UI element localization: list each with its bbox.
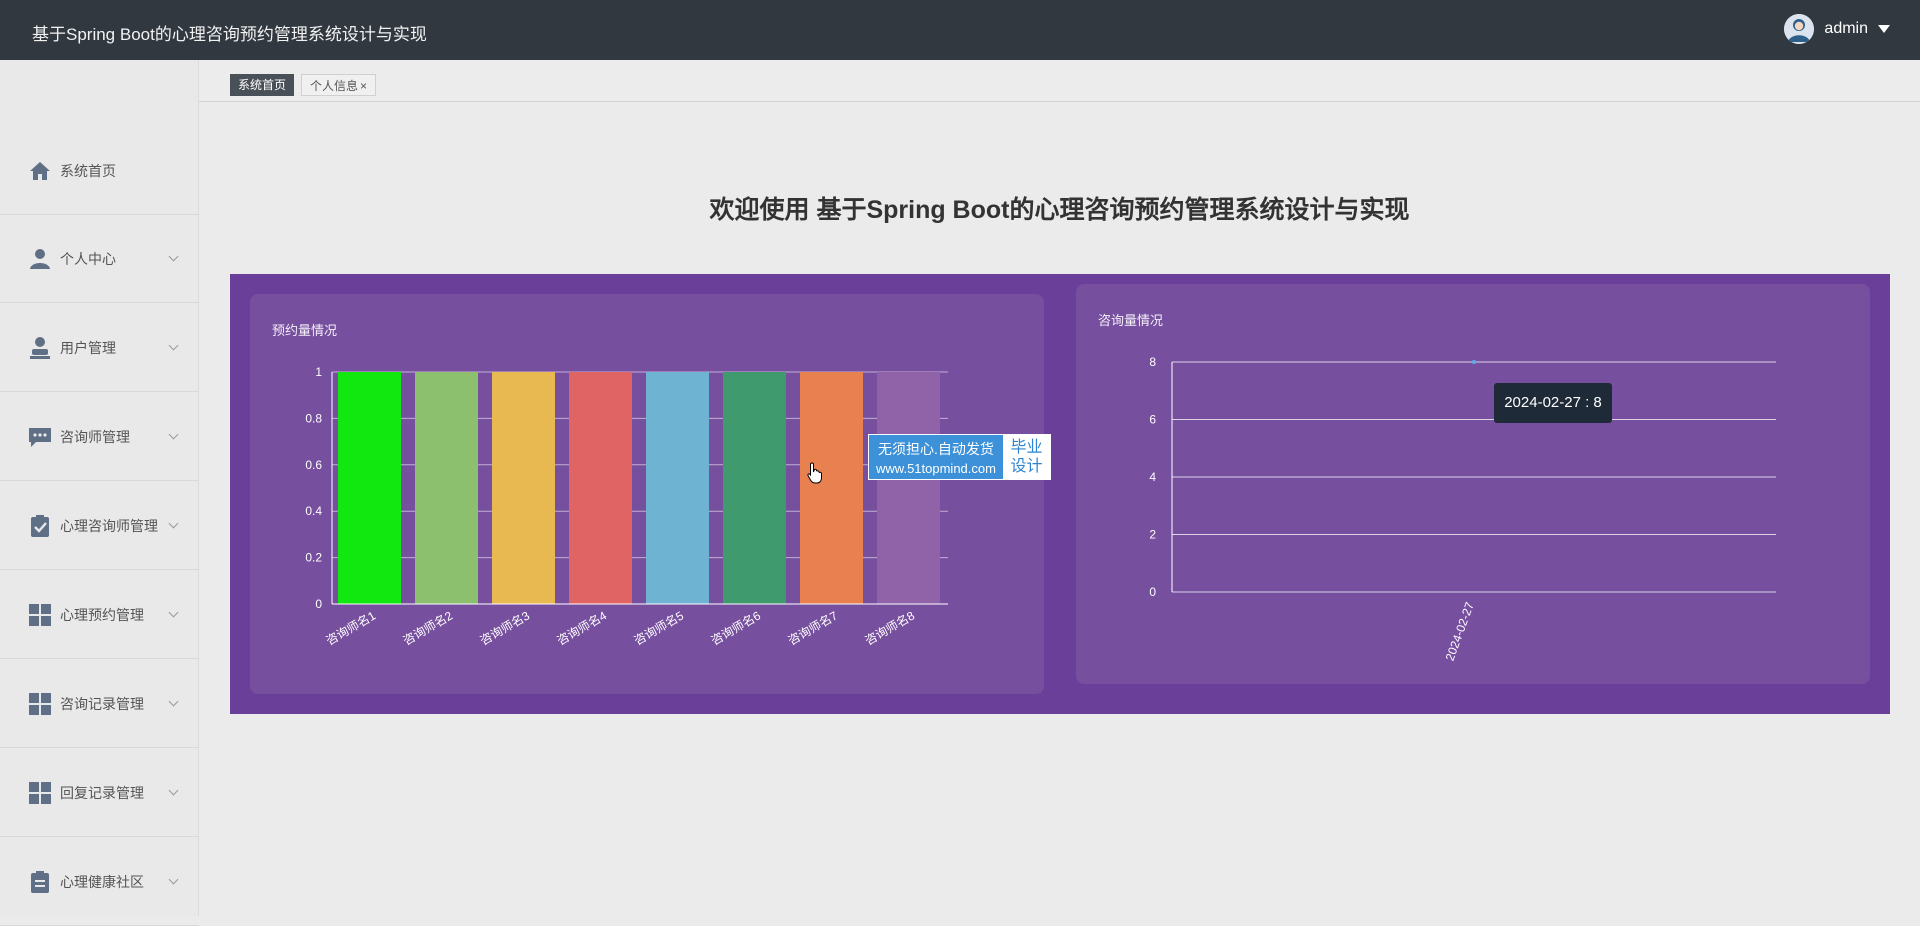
y-tick-label: 0.2: [305, 551, 322, 565]
home-icon: [28, 159, 52, 183]
y-tick-label: 0.8: [305, 411, 322, 425]
consultation-chart-card: 咨询量情况 0 2 4 6 8 2024-02-27: [1076, 284, 1870, 684]
clipboard-icon: [28, 870, 52, 894]
bar: [877, 372, 940, 604]
bar: [569, 372, 632, 604]
grid-icon: [28, 781, 52, 805]
x-tick-label: 咨询师名3: [477, 607, 532, 647]
chevron-down-icon: [168, 429, 179, 440]
y-tick-label: 0.6: [305, 458, 322, 472]
sidebar-item-label: 咨询记录管理: [60, 695, 144, 712]
watermark-badge-line2: 设计: [1010, 458, 1043, 475]
sidebar-item-consult-record-management[interactable]: 咨询记录管理: [0, 660, 199, 748]
appointment-chart-card: 预约量情况 0 0.2 0.4 0.6 0.8 1 咨询师名1 咨询师名2 咨询师名3 咨询师名4…: [250, 294, 1044, 694]
sidebar-item-user-management[interactable]: 用户管理: [0, 304, 199, 392]
sidebar-item-home[interactable]: 系统首页: [0, 127, 199, 215]
caret-down-icon[interactable]: [1878, 25, 1890, 33]
sidebar-item-reply-record-management[interactable]: 回复记录管理: [0, 749, 199, 837]
chevron-down-icon: [168, 785, 179, 796]
dashboard-panel: 预约量情况 0 0.2 0.4 0.6 0.8 1 咨询师名1 咨询师名2 咨询师名3 咨询师名4…: [230, 274, 1890, 714]
x-tick-label: 咨询师名2: [400, 607, 455, 647]
y-tick-label: 0: [315, 597, 322, 611]
grid-icon: [28, 603, 52, 627]
top-bar: 基于Spring Boot的心理咨询预约管理系统设计与实现 admin: [0, 0, 1920, 60]
watermark-banner[interactable]: 无须担心.自动发货 www.51topmind.com 毕业 设计: [868, 434, 1051, 480]
y-tick-label: 0.4: [305, 504, 322, 518]
x-tick-label: 咨询师名7: [785, 607, 840, 647]
bar: [415, 372, 478, 604]
sidebar-item-label: 咨询师管理: [60, 428, 130, 445]
data-point: [1472, 360, 1476, 364]
chevron-down-icon: [168, 874, 179, 885]
x-tick-label: 咨询师名5: [631, 607, 686, 647]
chevron-down-icon: [168, 518, 179, 529]
bar: [338, 372, 401, 604]
chevron-down-icon: [168, 607, 179, 618]
sidebar-item-personal-center[interactable]: 个人中心: [0, 215, 199, 303]
chevron-down-icon: [168, 696, 179, 707]
bar: [800, 372, 863, 604]
sidebar-item-label: 用户管理: [60, 339, 116, 356]
close-icon[interactable]: ×: [360, 79, 367, 93]
tab-label: 个人信息: [310, 79, 359, 93]
x-tick-label: 咨询师名4: [554, 607, 609, 647]
line-chart: 0 2 4 6 8 2024-02-27: [1149, 355, 1776, 663]
sidebar-item-health-community[interactable]: 心理健康社区: [0, 838, 199, 926]
avatar[interactable]: [1784, 14, 1815, 44]
sidebar-item-label: 个人中心: [60, 250, 116, 267]
watermark-line1: 无须担心.自动发货: [878, 441, 994, 457]
y-tick-label: 0: [1149, 585, 1156, 599]
sidebar-item-label: 心理预约管理: [60, 606, 144, 623]
watermark-line2: www.51topmind.com: [876, 461, 996, 476]
x-tick-label: 2024-02-27: [1443, 600, 1477, 663]
hand-cursor-icon: [807, 462, 822, 484]
tab-personal-info[interactable]: 个人信息 ×: [301, 74, 377, 96]
bar-chart: 0 0.2 0.4 0.6 0.8 1 咨询师名1 咨询师名2 咨询师名3 咨询师名4 咨询师名5 咨…: [305, 365, 948, 648]
sidebar-item-label: 心理健康社区: [60, 873, 144, 890]
tab-bar: 系统首页 个人信息 ×: [199, 60, 1920, 102]
sidebar-item-psych-counselor-management[interactable]: 心理咨询师管理: [0, 482, 199, 570]
y-tick-label: 2: [1149, 528, 1156, 542]
x-tick-label: 咨询师名6: [708, 607, 763, 647]
y-tick-label: 4: [1149, 470, 1156, 484]
x-tick-label: 咨询师名8: [862, 607, 917, 647]
sidebar: 系统首页 个人中心 用户管理 咨询师管理 心理咨询师管理 心理预约管理 咨询记录…: [0, 60, 199, 926]
watermark-badge-line1: 毕业: [1010, 439, 1043, 456]
sidebar-item-appointment-management[interactable]: 心理预约管理: [0, 571, 199, 659]
chevron-down-icon: [168, 251, 179, 262]
tab-label: 系统首页: [238, 78, 287, 92]
clipboard-check-icon: [28, 514, 52, 538]
sidebar-item-label: 心理咨询师管理: [60, 517, 158, 534]
y-tick-label: 8: [1149, 355, 1156, 369]
tab-home[interactable]: 系统首页: [230, 74, 295, 96]
sidebar-item-label: 回复记录管理: [60, 784, 144, 801]
y-tick-label: 1: [315, 365, 322, 379]
x-tick-label: 咨询师名1: [323, 607, 378, 647]
sidebar-item-counselor-management[interactable]: 咨询师管理: [0, 393, 199, 481]
watermark-text: 无须担心.自动发货 www.51topmind.com: [869, 435, 1003, 479]
grid-icon: [28, 692, 52, 716]
chat-icon: [28, 425, 52, 449]
watermark-badge: 毕业 设计: [1003, 435, 1050, 479]
sidebar-item-label: 系统首页: [60, 162, 116, 179]
avatar-person-icon: [1784, 14, 1815, 44]
y-tick-label: 6: [1149, 413, 1156, 427]
bar: [723, 372, 786, 604]
chevron-down-icon: [168, 340, 179, 351]
chart-tooltip: 2024-02-27 : 8: [1494, 383, 1612, 423]
bar: [492, 372, 555, 604]
app-title: 基于Spring Boot的心理咨询预约管理系统设计与实现: [32, 25, 427, 44]
bar: [646, 372, 709, 604]
username[interactable]: admin: [1824, 20, 1868, 38]
user-manage-icon: [28, 336, 52, 360]
page-title: 欢迎使用 基于Spring Boot的心理咨询预约管理系统设计与实现: [709, 196, 1410, 224]
person-icon: [28, 247, 52, 271]
user-menu[interactable]: admin: [1784, 14, 1890, 44]
